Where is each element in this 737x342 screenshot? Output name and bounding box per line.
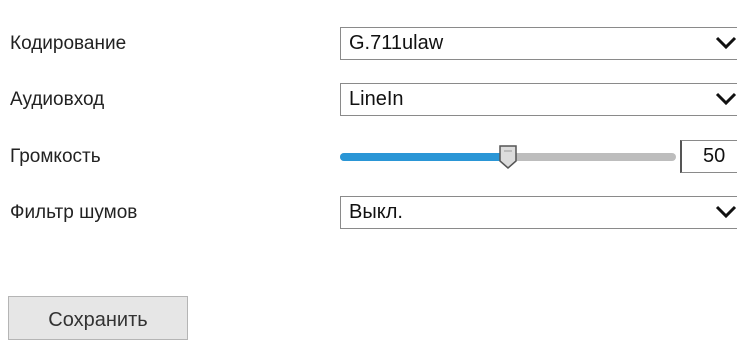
volume-slider-fill [340,153,508,161]
chevron-down-icon [715,205,737,219]
audio-input-select-value: LineIn [349,88,404,110]
chevron-down-icon [715,92,737,106]
volume-slider[interactable] [340,140,676,174]
noise-filter-select-value: Выкл. [349,201,403,223]
chevron-down-icon [715,36,737,50]
encoding-select-value: G.711ulaw [349,32,444,54]
volume-label: Громкость [10,146,101,167]
volume-value-field[interactable]: 50 [680,140,737,173]
noise-filter-label: Фильтр шумов [10,202,138,223]
noise-filter-select[interactable]: Выкл. [340,196,737,229]
audio-input-select[interactable]: LineIn [340,83,737,116]
encoding-label: Кодирование [10,33,127,54]
audio-input-label: Аудиовход [10,89,105,110]
noise-filter-row: Фильтр шумов Выкл. [0,196,737,230]
save-button[interactable]: Сохранить [8,296,188,340]
volume-row: Громкость 50 [0,140,737,174]
volume-slider-thumb[interactable] [498,144,518,170]
encoding-select[interactable]: G.711ulaw [340,27,737,60]
audio-input-row: Аудиовход LineIn [0,83,737,117]
encoding-row: Кодирование G.711ulaw [0,27,737,61]
